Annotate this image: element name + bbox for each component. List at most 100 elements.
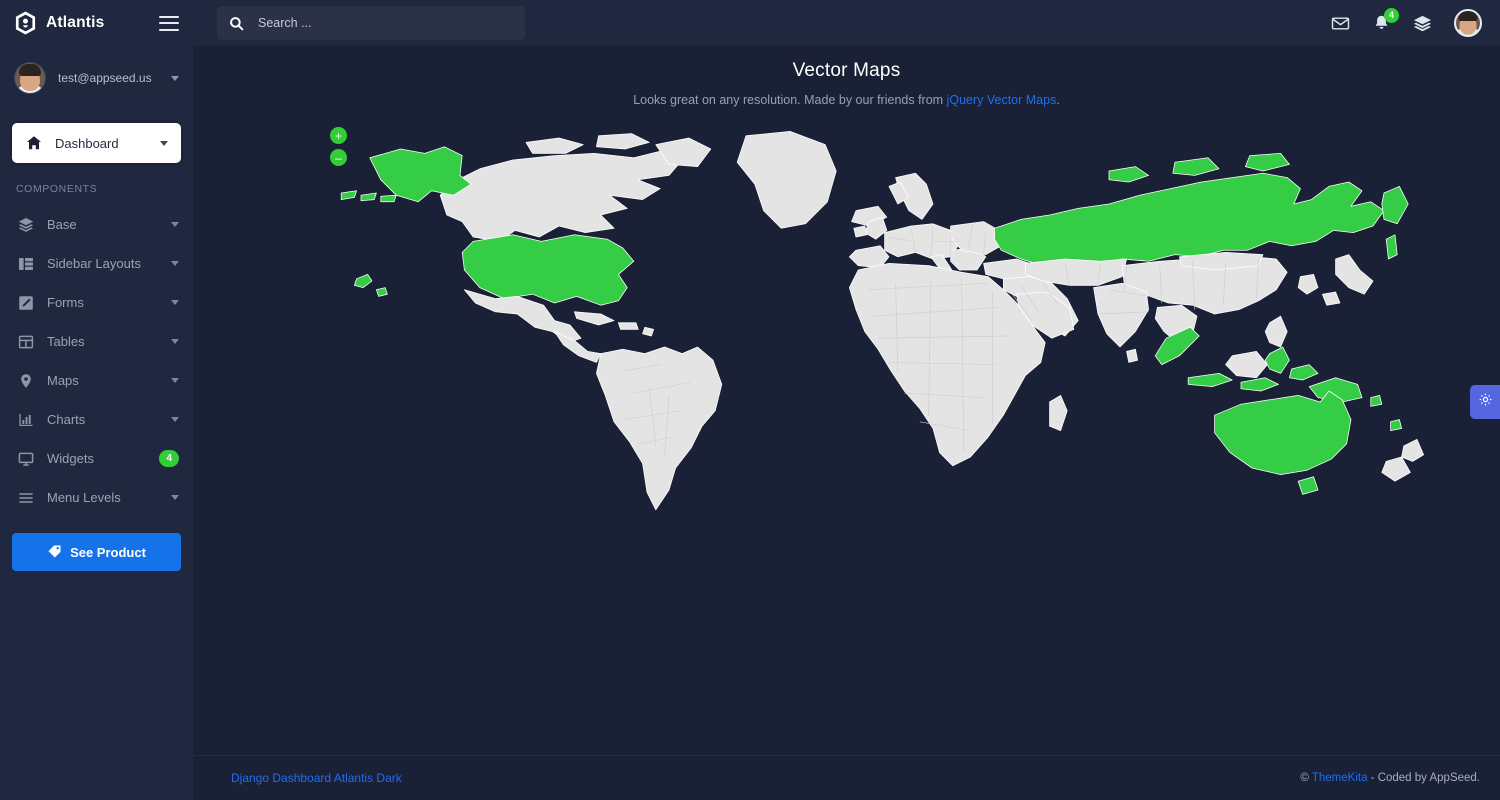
map-zoom-in-button[interactable]: + [330,127,347,144]
chevron-down-icon[interactable] [171,76,179,81]
footer: Django Dashboard Atlantis Dark © ThemeKi… [193,755,1500,800]
monitor-icon [16,451,35,467]
map-zoom-out-button[interactable]: – [330,149,347,166]
map-region-australia [1215,391,1351,475]
atlantis-hexagon-logo-icon [14,10,37,36]
sidebar-item-menu-levels[interactable]: Menu Levels [0,478,193,517]
sidebar-item-charts[interactable]: Charts [0,400,193,439]
home-icon [25,135,43,151]
search-box[interactable] [217,6,525,40]
map-region-borneo [1226,351,1268,377]
sidebar-item-tables[interactable]: Tables [0,322,193,361]
sidebar-item-charts-label: Charts [47,412,171,427]
sidebar-body: test@appseed.us Dashboard COMPONENTS [0,46,193,571]
map-region-japan [1336,255,1373,295]
map-region-madagascar [1050,395,1068,430]
navbar-avatar[interactable] [1454,9,1482,37]
map-region-aleutians [341,191,396,202]
avatar [14,62,46,94]
gear-icon [1478,392,1493,412]
page-subtitle: Looks great on any resolution. Made by o… [193,93,1500,107]
sidebar-item-base[interactable]: Base [0,205,193,244]
sidebar-item-forms[interactable]: Forms [0,283,193,322]
map-region-sulawesi [1265,347,1289,373]
footer-right-suffix: - Coded by AppSeed. [1367,772,1480,784]
chevron-down-icon[interactable] [160,141,168,146]
map-region-philippines [1265,316,1287,347]
themekita-link[interactable]: ThemeKita [1312,772,1368,784]
see-product-label: See Product [70,545,146,560]
chevron-down-icon[interactable] [171,261,179,266]
map-region-india [1094,283,1149,347]
page-subtitle-prefix: Looks great on any resolution. Made by o… [633,93,946,107]
map-region-south-america [596,347,721,510]
sidebar-user-email: test@appseed.us [58,71,171,85]
search-icon [229,16,244,31]
brand[interactable]: Atlantis [14,10,104,36]
sidebar-section-components: COMPONENTS [0,163,193,205]
columns-icon [16,256,35,272]
chevron-down-icon[interactable] [171,222,179,227]
map-content-area: + – [193,119,1500,755]
chevron-down-icon[interactable] [171,378,179,383]
vector-map[interactable]: + – [193,119,1500,755]
map-region-tasmania [1298,477,1318,495]
map-region-canada-arctic2 [596,134,649,149]
map-region-sri-lanka [1127,349,1138,362]
map-region-indonesia-east [1241,378,1278,391]
map-region-canada [440,151,682,241]
jquery-vector-maps-link[interactable]: jQuery Vector Maps [947,93,1057,107]
map-region-ireland [854,226,867,237]
map-region-russia-arctic-2 [1173,158,1219,176]
map-region-canada-arctic [526,138,583,153]
map-region-russia [995,173,1384,265]
chevron-down-icon[interactable] [171,339,179,344]
map-region-russia-arctic-1 [1109,167,1149,182]
sidebar-item-dashboard[interactable]: Dashboard [12,123,181,163]
sidebar-item-dashboard-label: Dashboard [55,136,160,151]
footer-left-link[interactable]: Django Dashboard Atlantis Dark [231,771,402,785]
map-region-antilles [643,327,654,336]
top-navbar: 4 [193,0,1500,46]
map-region-hispaniola [618,323,638,330]
map-region-korea [1298,274,1318,294]
map-region-pacific-island-1 [1371,395,1382,406]
main-area: 4 Vector Maps Looks great on any resolut… [193,0,1500,800]
map-region-united-states [462,235,634,305]
sidebar-item-menu-levels-label: Menu Levels [47,490,171,505]
sidebar-item-tables-label: Tables [47,334,171,349]
envelope-icon[interactable] [1331,14,1350,33]
sidebar-user[interactable]: test@appseed.us [0,46,193,111]
sidebar-item-maps-label: Maps [47,373,171,388]
map-zoom-controls[interactable]: + – [330,127,347,166]
layers-icon[interactable] [1413,14,1432,33]
bell-icon[interactable]: 4 [1372,14,1391,33]
sidebar-item-maps[interactable]: Maps [0,361,193,400]
map-region-sakhalin [1386,235,1397,259]
page-header: Vector Maps Looks great on any resolutio… [193,46,1500,119]
map-region-nz-north [1402,439,1424,461]
chevron-down-icon[interactable] [171,300,179,305]
map-region-alaska [370,147,471,202]
sidebar-item-sidebar-layouts-label: Sidebar Layouts [47,256,171,271]
map-region-nz-south [1382,457,1411,481]
map-region-greenland [737,131,836,228]
chevron-down-icon[interactable] [171,495,179,500]
settings-toggle-button[interactable] [1470,385,1500,419]
see-product-button[interactable]: See Product [12,533,181,571]
brand-name: Atlantis [46,14,104,32]
sidebar-item-widgets-badge: 4 [159,450,179,467]
bell-badge: 4 [1384,8,1399,23]
world-map-svg[interactable] [299,127,1479,567]
pencil-square-icon [16,295,35,311]
chevron-down-icon[interactable] [171,417,179,422]
hamburger-menu-icon[interactable] [159,16,179,31]
sidebar-logo-header: Atlantis [0,0,193,46]
sidebar-item-sidebar-layouts[interactable]: Sidebar Layouts [0,244,193,283]
sidebar-item-widgets[interactable]: Widgets 4 [0,439,193,478]
sidebar-item-forms-label: Forms [47,295,171,310]
search-input[interactable] [258,16,513,30]
map-region-japan-south [1322,292,1340,305]
bar-chart-icon [16,412,35,428]
map-region-indonesia-islands [1289,365,1318,380]
